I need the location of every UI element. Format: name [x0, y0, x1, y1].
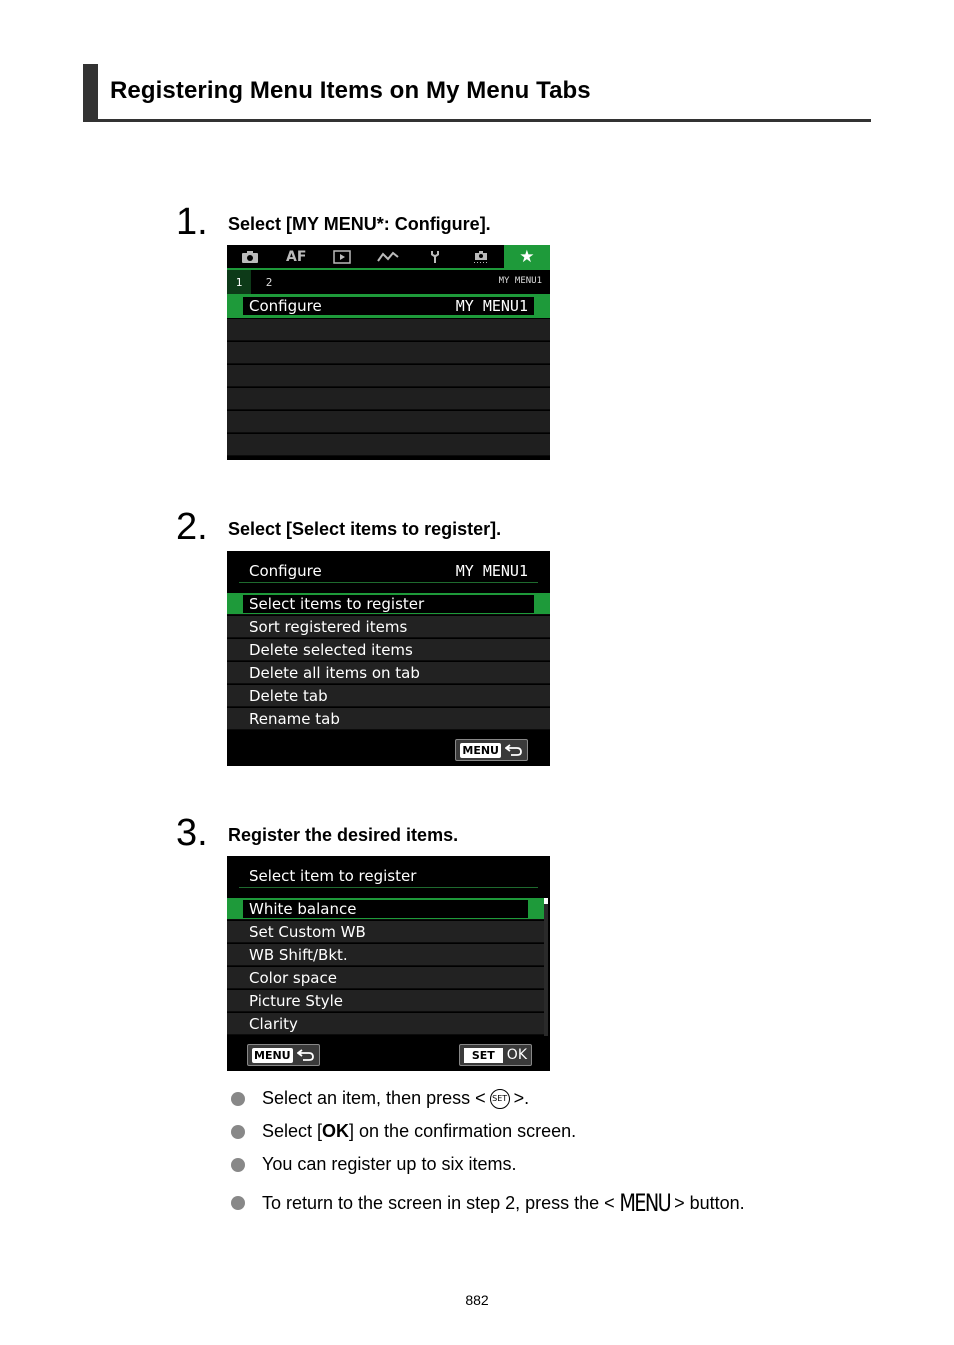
- menu-back-button[interactable]: MENU: [247, 1044, 320, 1066]
- wireless-icon: [377, 251, 400, 262]
- menu-badge: MENU: [460, 742, 501, 758]
- empty-row: [227, 319, 550, 341]
- tab-setup[interactable]: [412, 245, 458, 268]
- set-badge: SET: [463, 1047, 503, 1063]
- screen-header: Configure MY MENU1: [239, 559, 538, 583]
- custom-functions-icon: [473, 250, 488, 263]
- subtab-1[interactable]: 1: [227, 270, 251, 294]
- empty-row: [227, 342, 550, 364]
- list-item: Select an item, then press < SET >.: [231, 1088, 529, 1109]
- screen-header-title: Configure: [249, 561, 322, 580]
- camera-screen-my-menu: AF ★ 1 2 MY MENU1 Configure MY MENU1: [227, 245, 550, 460]
- tab-wireless[interactable]: [365, 245, 411, 268]
- step-3-number: 3.: [176, 812, 208, 854]
- tab-my-menu[interactable]: ★: [503, 245, 550, 268]
- playback-icon: [333, 249, 352, 264]
- empty-row: [227, 388, 550, 410]
- return-icon: [505, 744, 522, 756]
- af-icon: AF: [286, 248, 307, 265]
- menu-item-clarity[interactable]: Clarity: [227, 1013, 544, 1035]
- star-icon: ★: [519, 246, 535, 267]
- menu-item-delete-selected[interactable]: Delete selected items: [227, 639, 550, 661]
- tab-custom-functions[interactable]: [458, 245, 504, 268]
- menu-item-delete-all[interactable]: Delete all items on tab: [227, 662, 550, 684]
- list-item: To return to the screen in step 2, press…: [231, 1189, 745, 1217]
- camera-icon: [242, 250, 259, 263]
- menu-tabs: AF ★: [227, 245, 550, 268]
- wrench-icon: [430, 250, 439, 263]
- step-2-number: 2.: [176, 506, 208, 548]
- camera-screen-select-item: Select item to register White balance Se…: [227, 856, 550, 1071]
- menu-item-value: MY MENU1: [455, 297, 528, 315]
- return-icon: [296, 1049, 314, 1061]
- menu-item-rename-tab[interactable]: Rename tab: [227, 708, 550, 730]
- menu-item-wb-shift[interactable]: WB Shift/Bkt.: [227, 944, 544, 966]
- menu-item-color-space[interactable]: Color space: [227, 967, 544, 989]
- camera-screen-configure: Configure MY MENU1 Select items to regis…: [227, 551, 550, 766]
- page-number: 882: [465, 1292, 489, 1308]
- menu-item-picture-style[interactable]: Picture Style: [227, 990, 544, 1012]
- tab-shooting[interactable]: [227, 245, 273, 268]
- menu-item-configure[interactable]: Configure MY MENU1: [227, 294, 550, 318]
- subtabs: 1 2 MY MENU1: [227, 270, 550, 294]
- tab-playback[interactable]: [319, 245, 365, 268]
- menu-item-sort[interactable]: Sort registered items: [227, 616, 550, 638]
- step-3-title: Register the desired items.: [228, 825, 459, 845]
- step-1-title: Select [MY MENU*: Configure].: [228, 214, 491, 234]
- section-header: Registering Menu Items on My Menu Tabs: [83, 64, 871, 122]
- section-title: Registering Menu Items on My Menu Tabs: [110, 77, 591, 104]
- set-ok-button[interactable]: SET OK: [458, 1044, 532, 1066]
- step-2-title: Select [Select items to register].: [228, 519, 502, 539]
- screen-header: Select item to register: [239, 864, 538, 888]
- menu-back-button[interactable]: MENU: [455, 739, 528, 761]
- subtab-label: MY MENU1: [498, 276, 542, 286]
- menu-button-icon: MENU: [619, 1189, 671, 1217]
- screen-header-value: MY MENU1: [455, 561, 528, 580]
- set-button-icon: SET: [489, 1088, 510, 1109]
- menu-item-delete-tab[interactable]: Delete tab: [227, 685, 550, 707]
- tab-af[interactable]: AF: [273, 245, 319, 268]
- empty-row: [227, 411, 550, 433]
- step-1-number: 1.: [176, 201, 208, 243]
- scrollbar[interactable]: [544, 898, 548, 1036]
- bullet-icon: [231, 1124, 245, 1139]
- list-item: You can register up to six items.: [231, 1154, 516, 1175]
- bullet-icon: [231, 1196, 245, 1210]
- scrollbar-thumb[interactable]: [544, 898, 548, 904]
- screen-header-title: Select item to register: [249, 866, 417, 885]
- empty-row: [227, 434, 550, 456]
- empty-row: [227, 365, 550, 387]
- menu-item-custom-wb[interactable]: Set Custom WB: [227, 921, 544, 943]
- ok-label: OK: [506, 1047, 527, 1063]
- menu-item-label: Configure: [249, 297, 322, 315]
- bullet-icon: [231, 1157, 245, 1172]
- bullet-icon: [231, 1091, 245, 1106]
- menu-item-select-items[interactable]: Select items to register: [227, 593, 550, 615]
- subtab-2[interactable]: 2: [257, 270, 281, 294]
- menu-badge: MENU: [252, 1047, 293, 1063]
- menu-item-white-balance[interactable]: White balance: [227, 898, 544, 920]
- list-item: Select [OK] on the confirmation screen.: [231, 1121, 576, 1142]
